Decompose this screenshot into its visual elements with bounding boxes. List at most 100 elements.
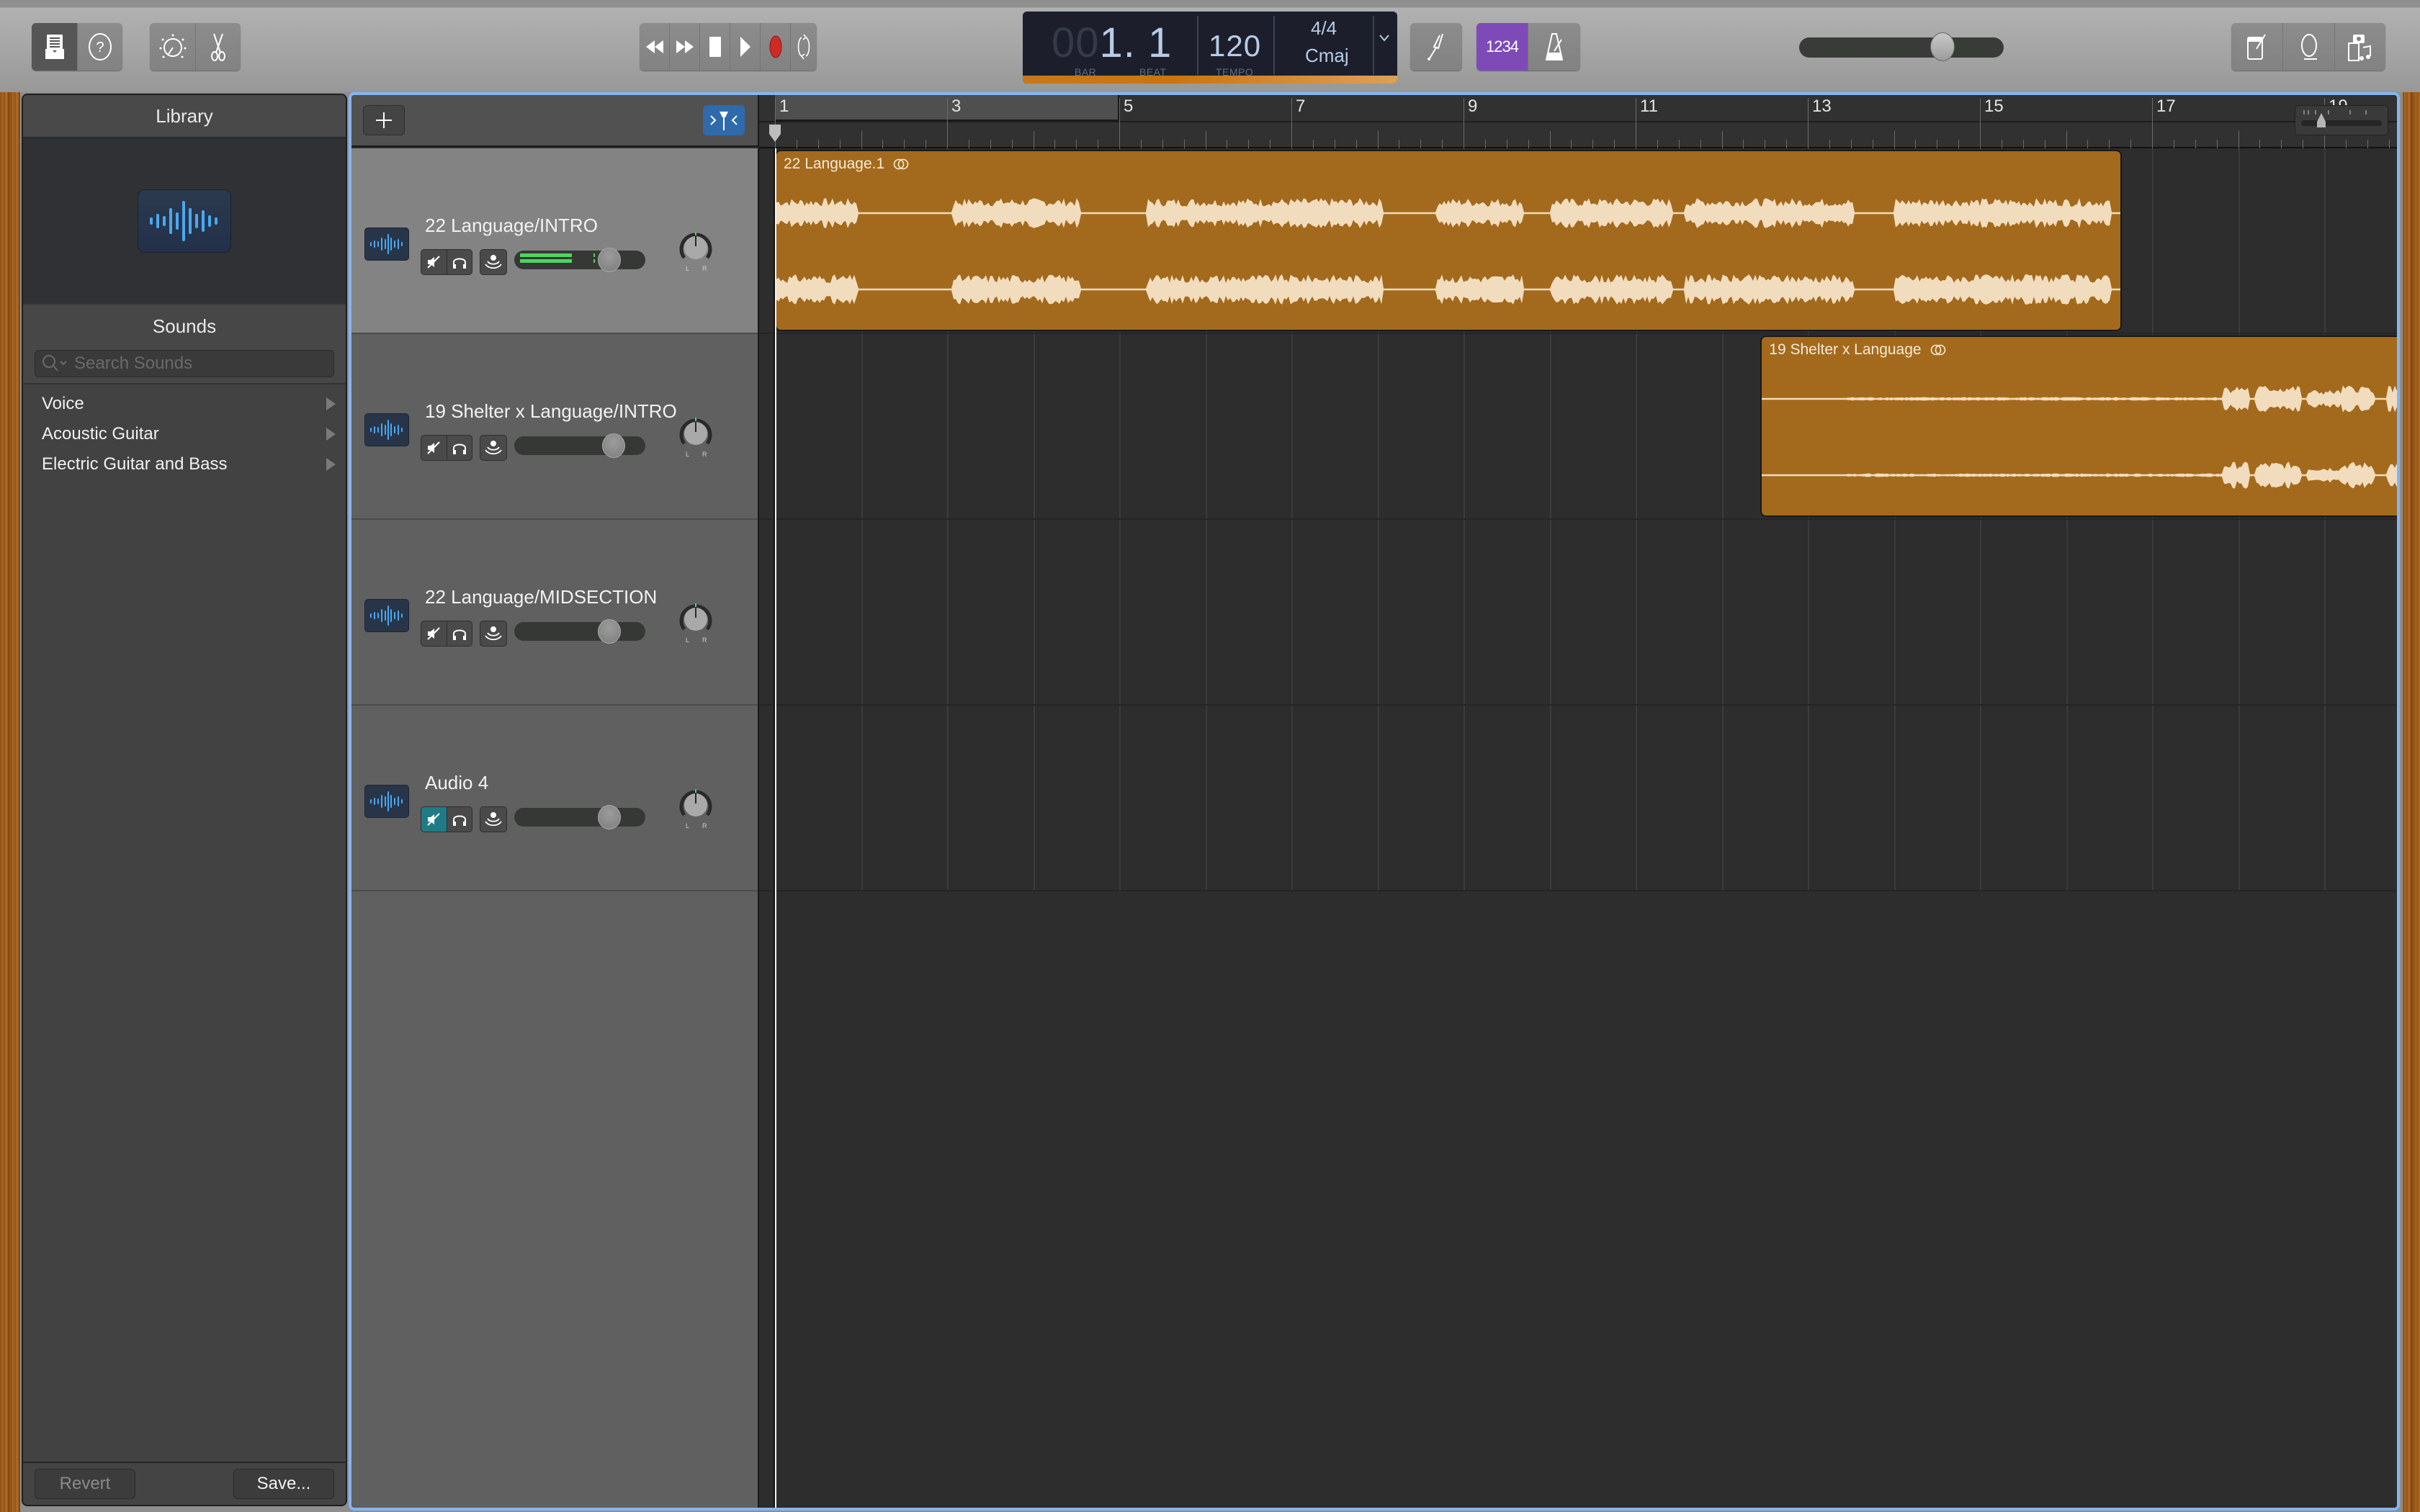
beat-tick (1442, 140, 1443, 148)
solo-button[interactable] (446, 250, 472, 274)
input-monitoring-button[interactable] (480, 806, 507, 832)
track-name[interactable]: 22 Language/MIDSECTION (425, 586, 657, 608)
volume-knob[interactable] (602, 433, 625, 458)
editors-button[interactable] (196, 23, 241, 71)
search-field[interactable] (35, 350, 334, 377)
help-button[interactable]: ? (78, 23, 122, 71)
mute-button[interactable] (421, 807, 447, 832)
volume-knob[interactable] (598, 805, 621, 829)
time-signature[interactable]: 4/4 (1311, 17, 1337, 40)
notepad-button[interactable] (2231, 23, 2283, 71)
count-in-button[interactable]: 1234 (1476, 23, 1528, 71)
fast-forward-button[interactable] (670, 23, 700, 71)
pan-dial: L R (679, 418, 712, 458)
track-volume-slider[interactable] (514, 433, 645, 458)
search-icon[interactable] (41, 354, 68, 374)
pan-knob[interactable]: L R (677, 415, 714, 459)
tuner-group (1410, 23, 1462, 71)
input-monitoring-button[interactable] (480, 249, 507, 275)
bar-beat-separator: . (1123, 19, 1136, 66)
audio-region[interactable]: 19 Shelter x Language (1760, 336, 2397, 517)
tuner-button[interactable] (1410, 23, 1462, 71)
track-type-icon[interactable] (364, 413, 409, 446)
track-volume-slider[interactable] (514, 805, 645, 829)
beat-tick (990, 140, 991, 148)
bar-number: 5 (1124, 96, 1134, 116)
track-header[interactable]: 19 Shelter x Language/INTRO L R (351, 334, 758, 520)
mute-button[interactable] (421, 621, 447, 646)
bar-number: 1 (779, 96, 789, 116)
track-zoom-slider[interactable] (2295, 105, 2388, 135)
search-sounds-input[interactable] (74, 354, 319, 374)
library-button[interactable] (32, 23, 78, 71)
pan-knob[interactable]: L R (677, 600, 714, 645)
track-lane[interactable] (759, 706, 2397, 891)
stop-button[interactable] (700, 23, 730, 71)
audio-region[interactable]: 22 Language.1 (775, 150, 2123, 331)
region-name: 19 Shelter x Language (1769, 341, 1922, 358)
volume-knob[interactable] (598, 619, 621, 644)
pan-knob[interactable]: L R (677, 786, 714, 831)
key-signature[interactable]: Cmaj (1305, 45, 1349, 67)
beat-tick (1183, 140, 1185, 148)
catch-playhead-button[interactable] (703, 105, 745, 135)
record-button[interactable] (761, 23, 791, 71)
smart-controls-button[interactable] (150, 23, 196, 71)
category-acoustic-guitar[interactable]: Acoustic Guitar (23, 419, 346, 449)
track-lanes: 22 Language.1 19 Shelter x Language (759, 148, 2397, 1508)
solo-button[interactable] (446, 807, 472, 832)
plus-icon (376, 112, 392, 128)
track-volume-slider[interactable] (514, 248, 645, 272)
pan-knob[interactable]: L R (677, 229, 714, 274)
play-button[interactable] (730, 23, 761, 71)
bar-leading-zeros: 00 (1052, 19, 1100, 66)
volume-knob[interactable] (598, 248, 621, 272)
cycle-icon (797, 34, 810, 60)
category-electric-guitar-bass[interactable]: Electric Guitar and Bass (23, 449, 346, 480)
beat-tick (1355, 140, 1357, 148)
cycle-button[interactable] (791, 23, 817, 71)
track-type-icon[interactable] (364, 228, 409, 261)
metronome-button[interactable] (1528, 23, 1580, 71)
track-header[interactable]: 22 Language/MIDSECTION L R (351, 520, 758, 706)
mute-solo-group (421, 435, 472, 461)
track-name[interactable]: 22 Language/INTRO (425, 215, 598, 237)
track-name[interactable]: 19 Shelter x Language/INTRO (425, 400, 677, 423)
track-lane[interactable] (759, 520, 2397, 706)
bar-tick (1808, 98, 1809, 148)
search-container (23, 347, 346, 384)
track-header[interactable]: 22 Language/INTRO L R (351, 148, 758, 334)
rewind-button[interactable] (640, 23, 670, 71)
playhead-handle[interactable] (768, 124, 781, 143)
editor-buttons-group (150, 23, 241, 71)
lcd-menu-chevron[interactable] (1379, 33, 1390, 47)
save-button[interactable]: Save... (233, 1469, 334, 1499)
timeline-ruler[interactable]: 135791113151719 (759, 95, 2397, 148)
solo-button[interactable] (446, 621, 472, 646)
beat-tick (1162, 140, 1163, 148)
track-volume-slider[interactable] (514, 619, 645, 644)
monitoring-icon (485, 626, 502, 641)
track-name[interactable]: Audio 4 (425, 772, 488, 794)
solo-button[interactable] (446, 436, 472, 460)
input-monitoring-button[interactable] (480, 621, 507, 647)
beat-tick (1958, 140, 1960, 148)
track-type-icon[interactable] (364, 785, 409, 818)
pan-right-label: R (702, 822, 707, 829)
track-header[interactable]: Audio 4 L R (351, 706, 758, 891)
mute-button[interactable] (421, 250, 447, 274)
track-type-icon[interactable] (364, 599, 409, 632)
category-voice[interactable]: Voice (23, 389, 346, 419)
tempo-value[interactable]: 120 (1209, 29, 1261, 63)
playhead[interactable] (775, 148, 776, 1508)
master-volume-slider[interactable] (1799, 32, 2004, 61)
loop-browser-button[interactable] (2283, 23, 2335, 71)
lcd-display[interactable]: 001. 1 BAR BEAT 120 TEMPO 4/4 Cmaj (1023, 12, 1397, 84)
add-track-button[interactable] (363, 105, 405, 135)
master-volume-knob[interactable] (1930, 32, 1955, 61)
input-monitoring-button[interactable] (480, 435, 507, 461)
waveform-channel-left (776, 198, 2121, 228)
media-browser-button[interactable] (2335, 23, 2385, 71)
revert-button[interactable]: Revert (35, 1469, 135, 1499)
mute-button[interactable] (421, 436, 447, 460)
